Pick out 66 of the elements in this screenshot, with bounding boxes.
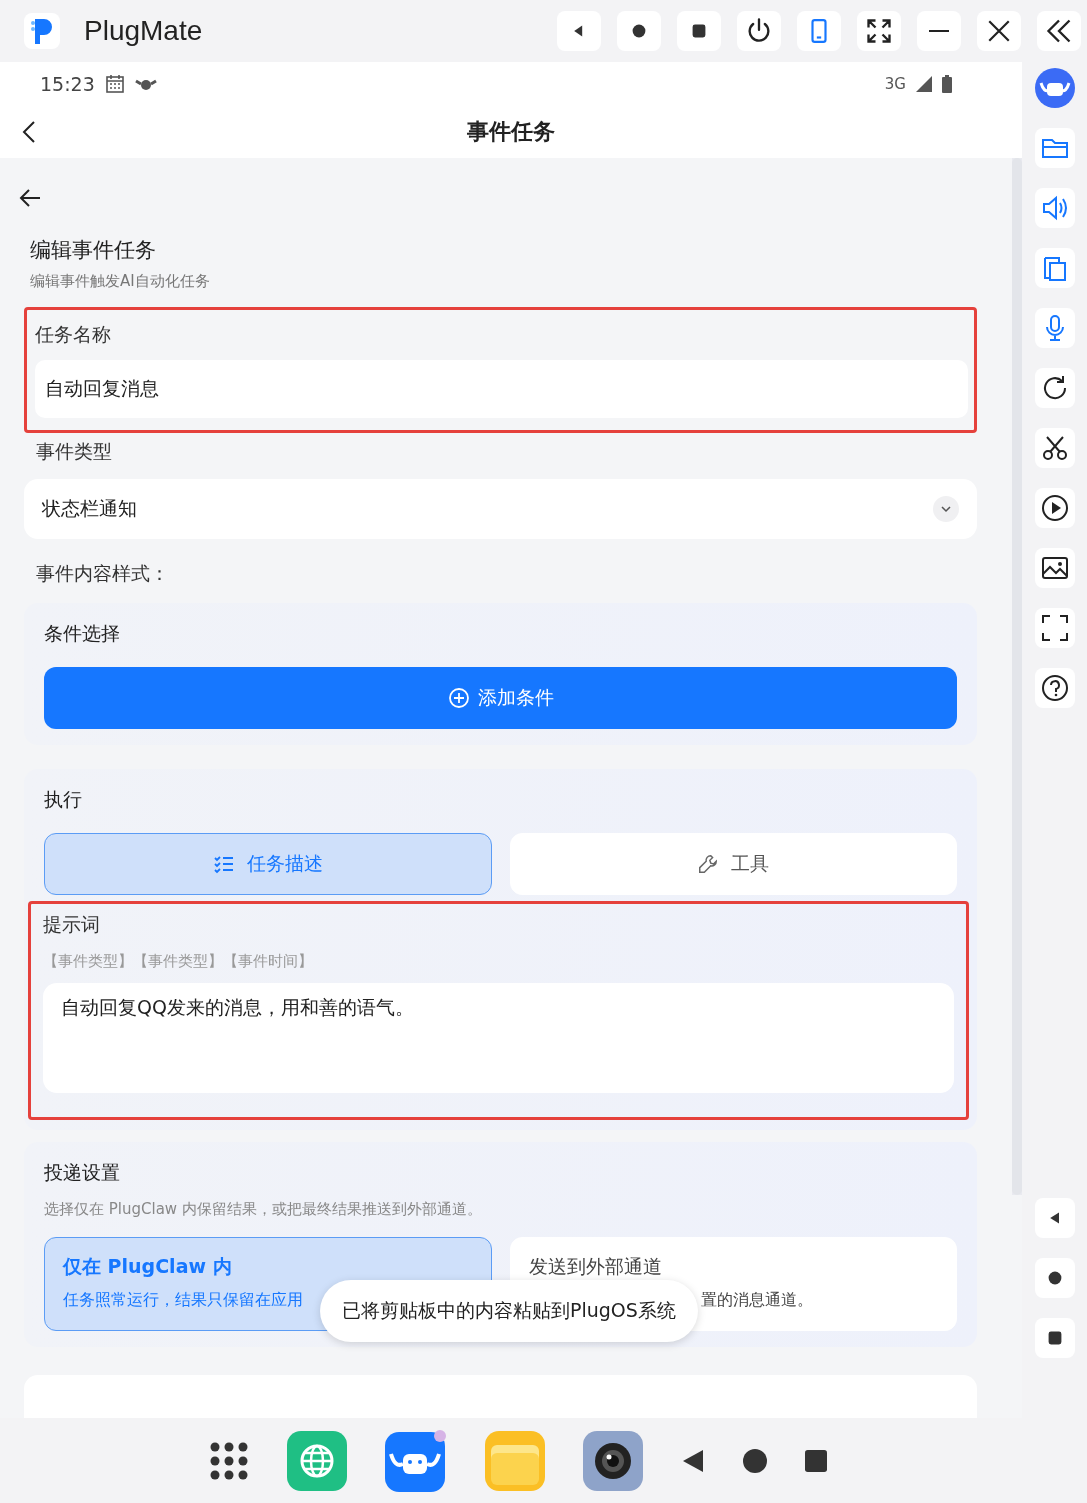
paste-toast: 已将剪贴板中的内容粘贴到PlugOS系统 [320, 1280, 698, 1342]
field-label: 事件类型 [36, 439, 113, 464]
robot-app-icon[interactable] [385, 1429, 447, 1492]
image-icon[interactable] [1034, 548, 1075, 588]
app-grid-icon[interactable] [209, 1440, 249, 1481]
home-button-icon[interactable] [1034, 1258, 1075, 1298]
add-condition-button[interactable]: 添加条件 [44, 667, 957, 729]
form-subheading: 编辑事件触发AI自动化任务 [30, 272, 211, 291]
status-time: 15:23 [40, 72, 95, 95]
card-title: 执行 [44, 787, 83, 812]
phone-icon[interactable] [797, 11, 841, 51]
scrollbar[interactable] [1012, 158, 1022, 1195]
prompt-textarea[interactable]: 自动回复QQ发来的消息，用和善的语气。 [43, 983, 954, 1093]
back-button-icon[interactable] [1034, 1198, 1075, 1238]
double-chevron-icon [1045, 17, 1073, 45]
wrench-icon [697, 853, 720, 875]
page-title: 事件任务 [467, 117, 555, 146]
volume-icon[interactable] [1034, 188, 1075, 228]
power-button[interactable] [737, 11, 781, 51]
robot-avatar-icon[interactable] [1034, 68, 1075, 108]
folder-icon[interactable] [1034, 128, 1075, 168]
expand-icon [865, 17, 893, 45]
minimize-button[interactable] [917, 11, 961, 51]
task-name-field[interactable]: 自动回复消息 [35, 360, 968, 418]
field-label: 提示词 [43, 912, 101, 937]
camera-app-icon[interactable] [583, 1430, 643, 1491]
network-type: 3G [884, 74, 906, 93]
window-title: PlugMate [84, 15, 203, 47]
back-button[interactable] [557, 11, 601, 51]
recents-button-icon[interactable] [1034, 1318, 1075, 1358]
collapse-button[interactable] [1037, 11, 1081, 51]
circle-icon [631, 23, 647, 39]
logo-icon [24, 13, 60, 49]
copy-icon[interactable] [1034, 248, 1075, 288]
event-type-dropdown[interactable]: 状态栏通知 [24, 479, 977, 539]
close-button[interactable] [977, 11, 1021, 51]
section-label: 事件内容样式： [36, 561, 170, 586]
close-icon [986, 18, 1012, 44]
back-icon[interactable] [22, 119, 36, 144]
minimize-icon [927, 30, 951, 32]
fullscreen-button[interactable] [857, 11, 901, 51]
checklist-icon [212, 853, 235, 875]
card-title: 条件选择 [44, 621, 121, 646]
home-button-icon[interactable] [743, 1448, 767, 1473]
form-heading: 编辑事件任务 [30, 237, 157, 264]
microphone-icon[interactable] [1034, 308, 1075, 348]
fullscreen-icon[interactable] [1034, 608, 1075, 648]
back-button-icon[interactable] [681, 1448, 705, 1473]
field-label: 任务名称 [35, 322, 112, 347]
home-button[interactable] [617, 11, 661, 51]
battery-icon [942, 74, 952, 93]
tab[interactable]: 工具 [509, 833, 957, 895]
plus-circle-icon [447, 687, 470, 709]
help-icon[interactable] [1034, 668, 1075, 708]
play-icon[interactable] [1034, 488, 1075, 528]
square-icon [691, 23, 707, 39]
recents-button[interactable] [677, 11, 721, 51]
card-title: 投递设置 [44, 1160, 121, 1185]
variable-hint: 【事件类型】【事件类型】【事件时间】 [43, 952, 314, 971]
rotate-icon[interactable] [1034, 368, 1075, 408]
chevron-down-icon [933, 496, 959, 522]
card-description: 选择仅在 PlugClaw 内保留结果，或把最终结果推送到外部通道。 [44, 1200, 483, 1219]
recents-button-icon[interactable] [805, 1449, 827, 1472]
calendar-icon [104, 73, 125, 94]
scissors-icon[interactable] [1034, 428, 1075, 468]
signal-icon [916, 75, 932, 92]
